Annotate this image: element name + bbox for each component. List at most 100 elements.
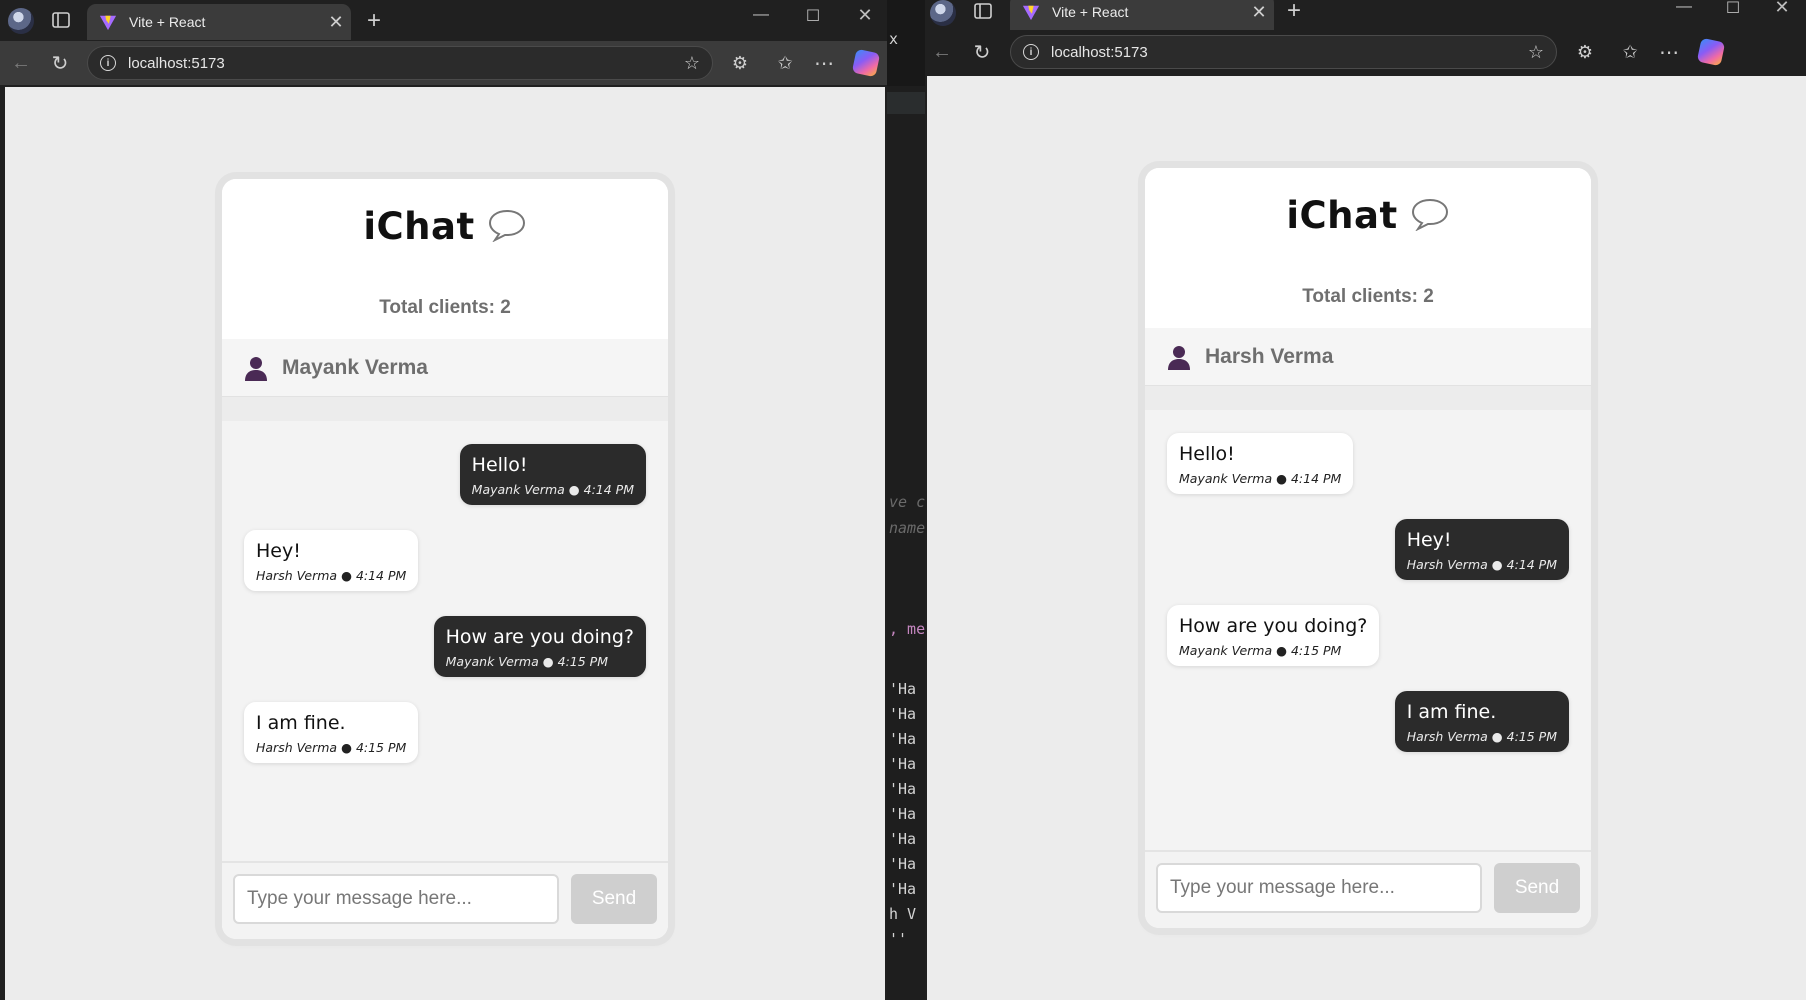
page-viewport: iChat Total clients: 2 Mayank Verma Hell… xyxy=(5,87,885,1000)
message-meta: Harsh Verma ● 4:14 PM xyxy=(1406,557,1557,572)
code-line: 'Ha xyxy=(889,830,917,848)
message-list: Hello! Mayank Verma ● 4:14 PM Hey! Harsh… xyxy=(1145,410,1591,850)
star-icon[interactable]: ☆ xyxy=(684,53,700,74)
current-user: Mayank Verma xyxy=(222,339,668,397)
copilot-icon[interactable] xyxy=(1695,36,1727,68)
toolbar: ← ↻ i localhost:5173 ☆ ⚙ ✩ ⋯ xyxy=(0,41,887,85)
tab-strip: Vite + React ✕ + — ☐ ✕ xyxy=(925,0,1806,30)
code-line: name xyxy=(889,519,925,537)
message-text: How are you doing? xyxy=(1179,615,1368,637)
tab-title: Vite + React xyxy=(1052,4,1129,20)
vite-icon xyxy=(99,15,117,31)
url-text: localhost:5173 xyxy=(128,54,225,72)
refresh-icon[interactable]: ↻ xyxy=(966,36,998,68)
plus-icon[interactable]: + xyxy=(360,8,388,34)
app-title-wrap: iChat xyxy=(1145,194,1591,237)
message-list: Hello! Mayank Verma ● 4:14 PM Hey! Harsh… xyxy=(222,421,668,861)
address-bar[interactable]: i localhost:5173 ☆ xyxy=(87,46,713,80)
message-bubble: Hello! Mayank Verma ● 4:14 PM xyxy=(1167,433,1354,494)
tab-vite-react[interactable]: Vite + React ✕ xyxy=(87,4,351,40)
code-line: , me xyxy=(889,620,925,638)
code-line: 'Ha xyxy=(889,880,917,898)
close-window-icon[interactable]: ✕ xyxy=(1759,0,1805,18)
more-icon[interactable]: ⋯ xyxy=(1653,36,1685,68)
message-bubble: Hey! Harsh Verma ● 4:14 PM xyxy=(1394,519,1569,580)
profile-icon[interactable] xyxy=(930,0,956,26)
message-bubble: I am fine. Harsh Verma ● 4:15 PM xyxy=(1394,691,1569,752)
user-name: Harsh Verma xyxy=(1205,344,1334,368)
back-icon[interactable]: ← xyxy=(926,36,958,68)
minimize-icon[interactable]: — xyxy=(738,6,784,24)
message-text: How are you doing? xyxy=(445,626,634,648)
code-editor-fragment: x ve c name , me 'Ha 'Ha 'Ha 'Ha 'Ha 'Ha… xyxy=(887,0,925,1000)
refresh-icon[interactable]: ↻ xyxy=(44,47,76,79)
address-bar[interactable]: i localhost:5173 ☆ xyxy=(1010,35,1557,69)
info-icon[interactable]: i xyxy=(1023,44,1039,60)
tab-strip: Vite + React ✕ + — ☐ ✕ xyxy=(0,0,887,42)
message-text: Hello! xyxy=(471,454,528,476)
message-meta: Mayank Verma ● 4:15 PM xyxy=(445,654,608,669)
divider xyxy=(1145,386,1591,410)
composer: Send xyxy=(222,861,668,939)
favorites-icon[interactable]: ✩ xyxy=(769,47,801,79)
code-line: h V xyxy=(889,905,917,923)
browser-window-right: Vite + React ✕ + — ☐ ✕ ← ↻ i localhost:5… xyxy=(925,0,1806,1000)
message-text: Hey! xyxy=(256,540,301,562)
copilot-icon[interactable] xyxy=(850,47,882,79)
maximize-icon[interactable]: ☐ xyxy=(790,6,836,26)
plus-icon[interactable]: + xyxy=(1280,0,1308,24)
composer: Send xyxy=(1145,850,1591,928)
divider xyxy=(222,397,668,421)
favorites-icon[interactable]: ✩ xyxy=(1614,36,1646,68)
chat-header: iChat Total clients: 2 xyxy=(1145,168,1591,328)
code-line: 'Ha xyxy=(889,755,917,773)
message-meta: Harsh Verma ● 4:14 PM xyxy=(256,568,407,583)
chat-card: iChat Total clients: 2 Harsh Verma Hello… xyxy=(1145,168,1591,928)
close-icon[interactable]: ✕ xyxy=(321,12,351,33)
editor-highlight xyxy=(887,92,925,114)
tab-vite-react[interactable]: Vite + React ✕ xyxy=(1010,0,1274,30)
message-meta: Harsh Verma ● 4:15 PM xyxy=(256,740,407,755)
extensions-icon[interactable]: ⚙ xyxy=(724,47,756,79)
message-meta: Mayank Verma ● 4:14 PM xyxy=(1179,471,1342,486)
send-button[interactable]: Send xyxy=(571,874,657,924)
message-bubble: How are you doing? Mayank Verma ● 4:15 P… xyxy=(1167,605,1380,666)
info-icon[interactable]: i xyxy=(100,55,116,71)
maximize-icon[interactable]: ☐ xyxy=(1710,0,1756,18)
code-line: x xyxy=(889,30,899,48)
code-line: '' xyxy=(889,930,908,948)
code-line: 'Ha xyxy=(889,855,917,873)
app-title-wrap: iChat xyxy=(222,205,668,248)
message-text: I am fine. xyxy=(1406,701,1497,723)
app-title: iChat xyxy=(1286,194,1398,237)
vite-icon xyxy=(1022,5,1040,21)
code-line: 'Ha xyxy=(889,680,917,698)
message-text: Hey! xyxy=(1406,529,1452,551)
user-name: Mayank Verma xyxy=(282,355,428,379)
close-window-icon[interactable]: ✕ xyxy=(842,5,887,26)
close-icon[interactable]: ✕ xyxy=(1244,2,1274,23)
message-input[interactable] xyxy=(233,874,559,924)
extensions-icon[interactable]: ⚙ xyxy=(1569,36,1601,68)
send-button[interactable]: Send xyxy=(1494,863,1580,913)
profile-icon[interactable] xyxy=(8,8,34,34)
code-line: ve c xyxy=(889,493,925,511)
more-icon[interactable]: ⋯ xyxy=(808,47,840,79)
minimize-icon[interactable]: — xyxy=(1661,0,1707,16)
user-icon xyxy=(245,356,267,381)
message-meta: Mayank Verma ● 4:14 PM xyxy=(471,482,634,497)
chat-bubble-icon xyxy=(1411,198,1448,231)
total-clients: Total clients: 2 xyxy=(1302,286,1434,307)
app-title: iChat xyxy=(363,205,475,248)
back-icon[interactable]: ← xyxy=(5,47,37,79)
code-line: 'Ha xyxy=(889,780,917,798)
message-bubble: Hey! Harsh Verma ● 4:14 PM xyxy=(244,530,419,591)
star-icon[interactable]: ☆ xyxy=(1528,42,1544,63)
chat-card: iChat Total clients: 2 Mayank Verma Hell… xyxy=(222,179,668,939)
sidebar-icon[interactable] xyxy=(972,0,994,22)
total-clients: Total clients: 2 xyxy=(379,297,511,318)
tab-title: Vite + React xyxy=(129,14,206,30)
sidebar-icon[interactable] xyxy=(50,9,72,31)
message-input[interactable] xyxy=(1156,863,1482,913)
message-bubble: How are you doing? Mayank Verma ● 4:15 P… xyxy=(433,616,646,677)
